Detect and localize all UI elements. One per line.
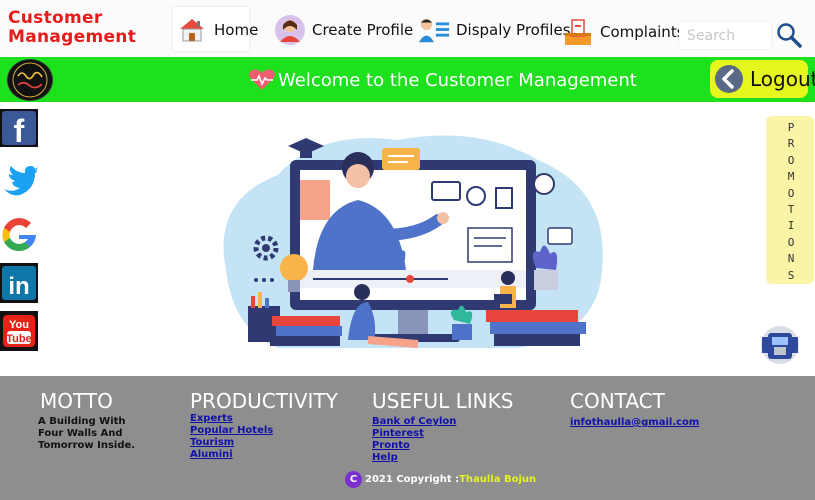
footer-productivity-links: Experts Popular Hotels Tourism Alumini [190,413,273,461]
svg-text:Tube: Tube [6,333,31,345]
svg-text:f: f [14,113,25,147]
brand-title[interactable]: Customer Management [8,9,148,47]
brand-line-2: Management [8,27,137,47]
search-icon[interactable] [776,22,804,50]
copyright: C 2021 Copyright : Thaulla Bojun [345,471,536,488]
hero-illustration [218,120,606,360]
copyright-icon: C [345,471,362,488]
contact-email-link[interactable]: infothaulla@gmail.com [570,417,699,429]
footer-link-help[interactable]: Help [372,452,456,464]
copyright-author: Thaulla Bojun [459,474,537,485]
footer-link-tourism[interactable]: Tourism [190,437,273,449]
footer-link-pronto[interactable]: Pronto [372,440,456,452]
footer-motto-title: MOTTO [40,389,113,413]
motto-line: Four Walls And [38,428,123,439]
site-logo[interactable] [7,59,53,101]
motto-line: Tomorrow Inside. [38,440,136,451]
footer-link-popular-hotels[interactable]: Popular Hotels [190,425,273,437]
welcome-message: Welcome to the Customer Management [278,70,637,91]
linkedin-icon[interactable]: in [0,263,38,303]
chatbot-icon[interactable] [758,325,802,365]
footer-useful-links: Bank of Ceylon Pinterest Pronto Help [372,416,456,464]
footer-link-pinterest[interactable]: Pinterest [372,428,456,440]
nav-create-profile-label: Create Profile [312,21,414,39]
promotions-panel[interactable]: PROMOTIONS [766,116,814,284]
logout-label: Logout [750,67,815,91]
footer-useful-links-title: USEFUL LINKS [372,389,514,413]
complaint-box-icon [562,16,594,48]
footer-contact-title: CONTACT [570,389,665,413]
nav-complaints[interactable]: Complaints [562,16,685,48]
nav-create-profile[interactable]: Create Profile [274,14,413,46]
motto-line: A Building With [38,416,126,427]
footer-link-alumini[interactable]: Alumini [190,449,273,461]
footer-link-experts[interactable]: Experts [190,413,273,425]
promotions-label: PROMOTIONS [787,121,795,282]
svg-text:You: You [9,319,29,331]
youtube-icon[interactable]: You Tube [0,311,38,351]
logout-button[interactable]: Logout [710,60,815,98]
footer-link-bank-of-ceylon[interactable]: Bank of Ceylon [372,416,456,428]
svg-text:in: in [8,273,29,300]
heart-pulse-icon [248,68,276,97]
nav-complaints-label: Complaints [600,23,685,41]
back-arrow-icon [714,64,744,94]
copyright-text: 2021 Copyright : [365,474,460,485]
search-input[interactable] [679,22,771,49]
nav-home-label: Home [214,21,259,39]
profile-list-icon [418,14,450,46]
twitter-icon[interactable] [0,161,38,205]
footer-motto-text: A Building With Four Walls And Tomorrow … [38,416,135,452]
nav-home[interactable]: Home [176,14,258,46]
person-avatar-icon [274,14,306,46]
facebook-icon[interactable]: f [0,109,38,149]
google-icon[interactable] [0,214,38,256]
footer-productivity-title: PRODUCTIVITY [190,389,338,413]
nav-display-profiles[interactable]: Dispaly Profiles [418,14,571,46]
house-icon [176,14,208,46]
brand-line-1: Customer [8,8,103,28]
nav-display-profiles-label: Dispaly Profiles [456,21,571,39]
